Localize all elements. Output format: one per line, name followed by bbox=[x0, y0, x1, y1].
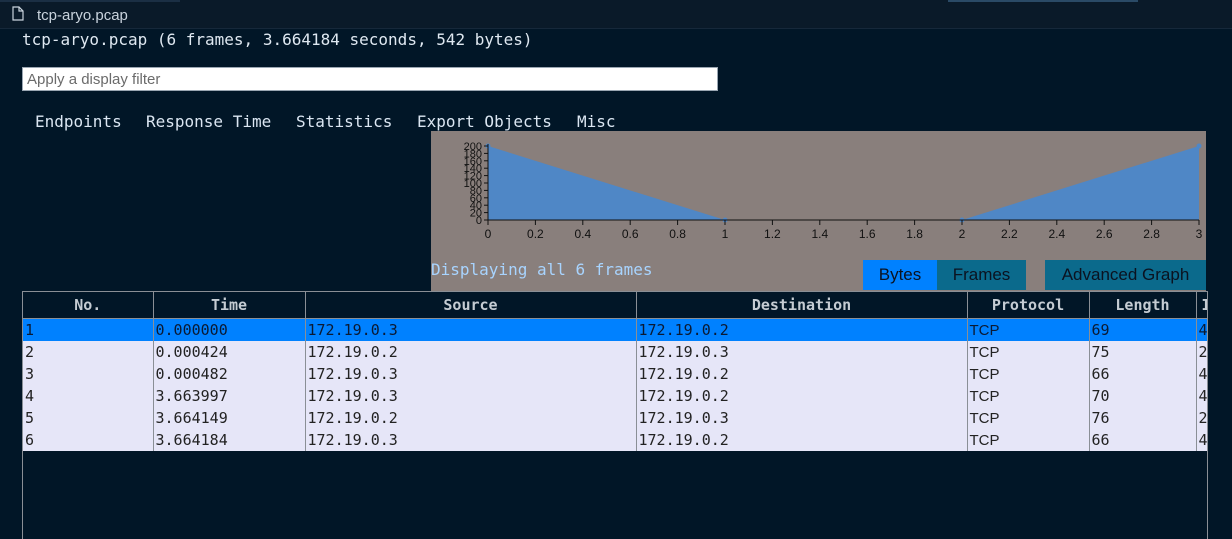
cell-destination: 172.19.0.2 bbox=[636, 318, 968, 341]
cell-source: 172.19.0.3 bbox=[305, 385, 637, 407]
display-filter-input[interactable] bbox=[22, 67, 718, 91]
cell-time: 0.000482 bbox=[153, 363, 306, 385]
packet-row[interactable]: 6 3.664184 172.19.0.3 172.19.0.2 TCP 66 … bbox=[23, 429, 1207, 451]
packet-row[interactable]: 2 0.000424 172.19.0.2 172.19.0.3 TCP 75 … bbox=[23, 341, 1207, 363]
menu-response-time[interactable]: Response Time bbox=[146, 112, 271, 131]
cell-time: 0.000424 bbox=[153, 341, 306, 363]
column-header-info[interactable]: Info bbox=[1196, 292, 1207, 319]
packet-row[interactable]: 3 0.000482 172.19.0.3 172.19.0.2 TCP 66 … bbox=[23, 363, 1207, 385]
x-tick-label: 0.8 bbox=[669, 227, 686, 241]
menu-statistics[interactable]: Statistics bbox=[296, 112, 392, 131]
cell-no: 6 bbox=[23, 429, 154, 451]
cell-destination: 172.19.0.3 bbox=[636, 341, 968, 363]
cell-time: 0.000000 bbox=[153, 318, 306, 341]
packet-list: No. Time Source Destination Protocol Len… bbox=[22, 291, 1208, 539]
cell-protocol: TCP bbox=[967, 341, 1090, 363]
advanced-graph-button[interactable]: Advanced Graph bbox=[1045, 260, 1206, 290]
x-tick-label: 0.6 bbox=[622, 227, 639, 241]
cell-info: 2 bbox=[1196, 341, 1207, 363]
cell-info: 4 bbox=[1196, 429, 1207, 451]
file-icon bbox=[12, 6, 24, 21]
x-tick-label: 1.6 bbox=[859, 227, 876, 241]
cell-time: 3.663997 bbox=[153, 385, 306, 407]
cell-length: 75 bbox=[1089, 341, 1197, 363]
cell-source: 172.19.0.2 bbox=[305, 407, 637, 429]
cell-length: 70 bbox=[1089, 385, 1197, 407]
cell-destination: 172.19.0.2 bbox=[636, 363, 968, 385]
cell-destination: 172.19.0.2 bbox=[636, 385, 968, 407]
menu-misc[interactable]: Misc bbox=[577, 112, 616, 131]
tab-title: tcp-aryo.pcap bbox=[37, 7, 128, 24]
capture-summary: tcp-aryo.pcap (6 frames, 3.664184 second… bbox=[22, 30, 533, 49]
x-tick-label: 1.8 bbox=[906, 227, 923, 241]
packet-row[interactable]: 4 3.663997 172.19.0.3 172.19.0.2 TCP 70 … bbox=[23, 385, 1207, 407]
cell-source: 172.19.0.3 bbox=[305, 318, 637, 341]
cell-info: 4 bbox=[1196, 385, 1207, 407]
cell-time: 3.664149 bbox=[153, 407, 306, 429]
cell-info: 4 bbox=[1196, 363, 1207, 385]
cell-length: 76 bbox=[1089, 407, 1197, 429]
menu-export-objects[interactable]: Export Objects bbox=[417, 112, 552, 131]
cell-destination: 172.19.0.2 bbox=[636, 429, 968, 451]
y-tick-label: 200 bbox=[464, 141, 482, 153]
packet-table-header: No. Time Source Destination Protocol Len… bbox=[23, 292, 1207, 319]
cell-no: 4 bbox=[23, 385, 154, 407]
cell-protocol: TCP bbox=[967, 318, 1090, 341]
column-header-source[interactable]: Source bbox=[305, 292, 637, 319]
tab-indicator bbox=[948, 0, 1138, 2]
cell-source: 172.19.0.3 bbox=[305, 363, 637, 385]
x-tick-label: 3 bbox=[1196, 227, 1203, 241]
frames-button[interactable]: Frames bbox=[937, 260, 1026, 290]
cell-destination: 172.19.0.3 bbox=[636, 407, 968, 429]
packet-table: No. Time Source Destination Protocol Len… bbox=[23, 292, 1207, 451]
editor-tab-bar: tcp-aryo.pcap bbox=[0, 0, 1232, 29]
x-tick-label: 1.2 bbox=[764, 227, 781, 241]
column-header-length[interactable]: Length bbox=[1089, 292, 1197, 319]
column-header-time[interactable]: Time bbox=[153, 292, 306, 319]
cell-time: 3.664184 bbox=[153, 429, 306, 451]
traffic-area bbox=[488, 146, 1199, 220]
x-tick-label: 2 bbox=[959, 227, 966, 241]
x-tick-label: 0.2 bbox=[527, 227, 544, 241]
menu-endpoints[interactable]: Endpoints bbox=[35, 112, 122, 131]
packet-row[interactable]: 1 0.000000 172.19.0.3 172.19.0.2 TCP 69 … bbox=[23, 318, 1207, 341]
x-tick-label: 2.6 bbox=[1096, 227, 1113, 241]
cell-no: 3 bbox=[23, 363, 154, 385]
cell-protocol: TCP bbox=[967, 363, 1090, 385]
cell-length: 69 bbox=[1089, 318, 1197, 341]
data-point bbox=[1196, 143, 1202, 149]
packet-row[interactable]: 5 3.664149 172.19.0.2 172.19.0.3 TCP 76 … bbox=[23, 407, 1207, 429]
cell-no: 5 bbox=[23, 407, 154, 429]
cell-protocol: TCP bbox=[967, 407, 1090, 429]
x-tick-label: 2.2 bbox=[1001, 227, 1018, 241]
column-header-destination[interactable]: Destination bbox=[636, 292, 968, 319]
displaying-status: Displaying all 6 frames bbox=[431, 260, 653, 279]
bytes-button[interactable]: Bytes bbox=[863, 260, 937, 290]
cell-source: 172.19.0.2 bbox=[305, 341, 637, 363]
cell-no: 2 bbox=[23, 341, 154, 363]
tab-tcp-aryo[interactable]: tcp-aryo.pcap bbox=[0, 0, 180, 28]
cell-source: 172.19.0.3 bbox=[305, 429, 637, 451]
cell-length: 66 bbox=[1089, 363, 1197, 385]
x-tick-label: 0.4 bbox=[574, 227, 591, 241]
cell-length: 66 bbox=[1089, 429, 1197, 451]
x-tick-label: 1.4 bbox=[811, 227, 828, 241]
x-tick-label: 1 bbox=[722, 227, 729, 241]
cell-info: 2 bbox=[1196, 407, 1207, 429]
cell-protocol: TCP bbox=[967, 429, 1090, 451]
column-header-no[interactable]: No. bbox=[23, 292, 154, 319]
x-tick-label: 2.8 bbox=[1143, 227, 1160, 241]
x-tick-label: 0 bbox=[485, 227, 492, 241]
x-tick-label: 2.4 bbox=[1048, 227, 1065, 241]
column-header-protocol[interactable]: Protocol bbox=[967, 292, 1090, 319]
cell-protocol: TCP bbox=[967, 385, 1090, 407]
cell-no: 1 bbox=[23, 318, 154, 341]
cell-info: 4 bbox=[1196, 318, 1207, 341]
